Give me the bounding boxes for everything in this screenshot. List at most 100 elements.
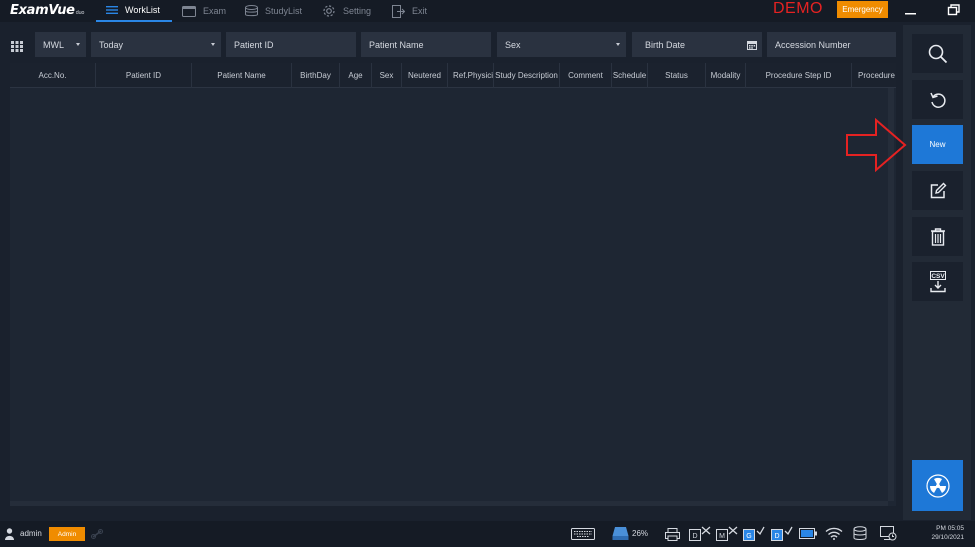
nav-label: Exam	[203, 6, 227, 16]
birth-date-placeholder: Birth Date	[645, 39, 686, 50]
column-header[interactable]: Sex	[372, 63, 402, 88]
accession-number-field[interactable]: Accession Number	[767, 32, 896, 57]
radiation-button[interactable]	[912, 460, 963, 511]
generator-connected-icon: G	[743, 526, 765, 541]
horizontal-scrollbar[interactable]	[10, 501, 888, 506]
battery-icon	[799, 528, 817, 539]
svg-text:D: D	[774, 533, 779, 540]
wifi-icon	[825, 527, 843, 540]
column-header[interactable]: Patient ID	[96, 63, 192, 88]
column-header[interactable]: Patient Name	[192, 63, 292, 88]
accession-number-placeholder: Accession Number	[775, 39, 851, 50]
column-header[interactable]: BirthDay	[292, 63, 340, 88]
sex-value: Sex	[505, 39, 521, 50]
detector-disconnected-icon: D	[689, 526, 711, 541]
column-header[interactable]: Status	[648, 63, 706, 88]
nav-label: Setting	[343, 6, 372, 16]
new-button[interactable]: New	[912, 125, 963, 164]
patient-id-field[interactable]: Patient ID	[226, 32, 356, 57]
user-icon	[5, 528, 14, 540]
worklist-table[interactable]: Acc.No. Patient ID Patient Name BirthDay…	[10, 63, 896, 506]
date-range-value: Today	[99, 39, 124, 50]
demo-label: DEMO	[773, 0, 823, 17]
radiation-icon	[925, 473, 950, 498]
status-bar: admin Admin 26% D M G D PM 05:05 29/10/2…	[0, 521, 975, 547]
app-logo: ExamVueduo	[10, 3, 85, 18]
keyboard-icon[interactable]	[571, 528, 595, 540]
nav-label: WorkList	[125, 5, 160, 15]
nav-studylist[interactable]: StudyList	[245, 0, 302, 22]
patient-name-placeholder: Patient Name	[369, 39, 424, 50]
device-connected-icon: D	[771, 526, 793, 541]
edit-button[interactable]	[912, 171, 963, 210]
calendar-icon[interactable]	[747, 40, 757, 50]
display-settings-icon[interactable]	[880, 526, 897, 541]
csv-download-icon: CSV	[929, 270, 946, 292]
edit-icon	[930, 182, 946, 198]
grid-menu-icon[interactable]	[11, 39, 23, 57]
nav-exam[interactable]: Exam	[182, 0, 226, 22]
delete-button[interactable]	[912, 217, 963, 256]
top-bar: ExamVueduo WorkList Exam StudyList Setti…	[0, 0, 975, 22]
refresh-icon	[929, 92, 946, 108]
link-icon	[91, 529, 103, 539]
csv-export-button[interactable]: CSV	[912, 262, 963, 301]
disk-icon	[612, 527, 629, 540]
nav-exit[interactable]: Exit	[392, 0, 427, 22]
sex-select[interactable]: Sex	[497, 32, 626, 57]
column-header[interactable]: Age	[340, 63, 372, 88]
search-icon	[928, 44, 947, 63]
right-toolbar: New CSV	[903, 25, 971, 520]
database-status-icon	[853, 526, 867, 540]
restore-button[interactable]	[946, 2, 962, 18]
column-header[interactable]: Schedule	[612, 63, 648, 88]
printer-icon[interactable]	[665, 528, 680, 541]
source-select[interactable]: MWL	[35, 32, 86, 57]
table-header: Acc.No. Patient ID Patient Name BirthDay…	[10, 63, 896, 88]
clock-date: 29/10/2021	[931, 534, 964, 541]
column-header[interactable]: Study Description	[494, 63, 560, 88]
column-header[interactable]: Ref.Physician	[448, 63, 494, 88]
monitor-icon	[182, 5, 196, 17]
column-header[interactable]: Procedure	[852, 63, 896, 88]
username: admin	[20, 529, 42, 538]
pointer-arrow-annotation	[846, 117, 908, 177]
svg-text:D: D	[692, 533, 697, 540]
clock-time: PM 05:05	[936, 525, 964, 532]
list-icon	[106, 6, 118, 14]
column-header[interactable]: Acc.No.	[10, 63, 96, 88]
column-header[interactable]: Comment	[560, 63, 612, 88]
modality-disconnected-icon: M	[716, 526, 738, 541]
nav-setting[interactable]: Setting	[322, 0, 371, 22]
trash-icon	[930, 228, 945, 246]
minimize-button[interactable]	[903, 2, 919, 18]
column-header[interactable]: Neutered	[402, 63, 448, 88]
minimize-icon	[905, 13, 916, 15]
source-value: MWL	[43, 39, 64, 50]
exit-icon	[392, 4, 405, 18]
nav-label: Exit	[412, 6, 428, 16]
svg-text:M: M	[719, 533, 725, 540]
role-badge: Admin	[49, 527, 85, 541]
search-button[interactable]	[912, 34, 963, 73]
clock: PM 05:05 29/10/2021	[920, 524, 964, 542]
disk-usage: 26%	[632, 529, 649, 538]
chevron-down-icon	[616, 43, 620, 46]
refresh-button[interactable]	[912, 80, 963, 119]
chevron-down-icon	[211, 43, 215, 46]
date-range-select[interactable]: Today	[91, 32, 221, 57]
emergency-button[interactable]: Emergency	[837, 1, 888, 18]
patient-name-field[interactable]: Patient Name	[361, 32, 491, 57]
csv-label: CSV	[931, 273, 945, 280]
nav-label: StudyList	[265, 6, 303, 16]
gear-icon	[323, 5, 335, 17]
chevron-down-icon	[76, 43, 80, 46]
column-header[interactable]: Modality	[706, 63, 746, 88]
nav-worklist[interactable]: WorkList	[96, 0, 172, 22]
patient-id-placeholder: Patient ID	[234, 39, 274, 50]
restore-icon	[947, 4, 960, 16]
database-icon	[245, 5, 258, 17]
birth-date-field[interactable]: Birth Date	[632, 32, 762, 57]
svg-text:G: G	[746, 533, 751, 540]
column-header[interactable]: Procedure Step ID	[746, 63, 852, 88]
